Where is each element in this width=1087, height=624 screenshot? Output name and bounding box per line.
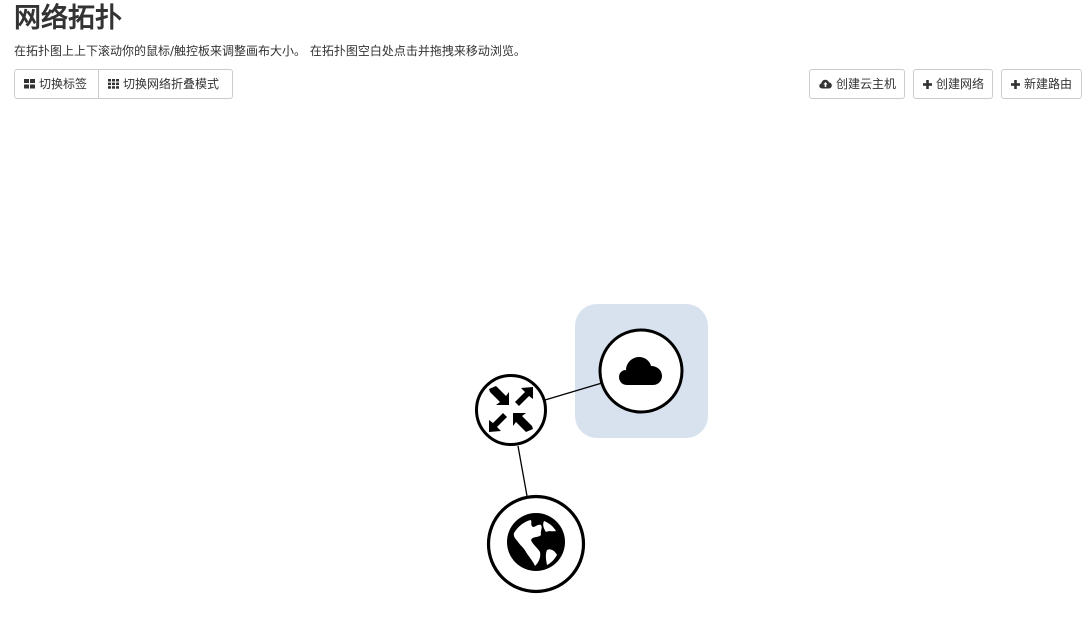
create-instance-button[interactable]: 创建云主机 — [809, 69, 905, 99]
create-router-label: 新建路由 — [1024, 77, 1073, 91]
topology-canvas[interactable] — [0, 110, 1087, 624]
plus-icon — [1011, 79, 1020, 89]
th-large-icon — [24, 79, 35, 89]
router-node[interactable] — [475, 374, 547, 446]
toggle-labels-button[interactable]: 切换标签 — [14, 69, 99, 99]
network-node[interactable] — [598, 328, 684, 414]
cloud-upload-icon — [819, 79, 832, 89]
router-external-link — [517, 445, 528, 497]
toggle-network-collapse-button[interactable]: 切换网络折叠模式 — [98, 69, 233, 99]
network-topology-page: 网络拓扑 在拓扑图上上下滚动你的鼠标/触控板来调整画布大小。 在拓扑图空白处点击… — [0, 0, 1087, 624]
create-network-label: 创建网络 — [936, 77, 985, 91]
th-grid-icon — [108, 79, 119, 89]
toggle-labels-label: 切换标签 — [39, 77, 88, 91]
create-router-button[interactable]: 新建路由 — [1001, 69, 1082, 99]
toggle-network-collapse-label: 切换网络折叠模式 — [123, 77, 220, 91]
globe-icon — [507, 513, 565, 571]
help-text: 在拓扑图上上下滚动你的鼠标/触控板来调整画布大小。 在拓扑图空白处点击并拖拽来移… — [14, 44, 526, 58]
page-title: 网络拓扑 — [14, 3, 122, 34]
create-network-button[interactable]: 创建网络 — [913, 69, 993, 99]
plus-icon — [923, 79, 932, 89]
external-network-node[interactable] — [486, 494, 586, 594]
create-instance-label: 创建云主机 — [836, 77, 897, 91]
